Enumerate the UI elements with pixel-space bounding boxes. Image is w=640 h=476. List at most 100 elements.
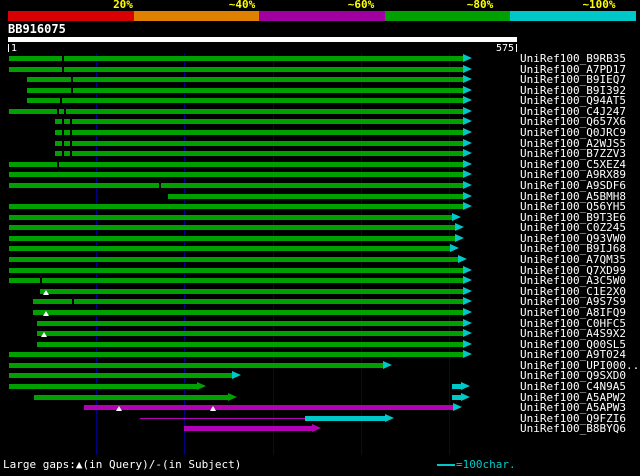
subject-gap-tick xyxy=(64,108,67,114)
alignment-arrowhead-icon xyxy=(231,371,241,380)
alignment-segment xyxy=(8,278,463,284)
gaps-legend: Large gaps:▲(in Query)/-(in Subject) xyxy=(3,458,242,471)
alignment-segment xyxy=(54,140,463,146)
alignment-arrowhead-icon xyxy=(462,64,472,73)
alignment-segment xyxy=(37,320,463,326)
alignment-arrowhead-icon xyxy=(462,191,472,200)
alignment-arrowhead-icon xyxy=(462,149,472,158)
alignment-segment xyxy=(140,417,306,419)
alignment-segment xyxy=(54,151,463,157)
alignment-arrowhead-icon xyxy=(462,350,472,359)
alignment-arrowhead-icon xyxy=(462,75,472,84)
alignment-segment xyxy=(8,362,383,368)
alignment-arrowhead-icon xyxy=(462,159,472,168)
alignment-segment xyxy=(184,426,313,432)
alignment-arrowhead-icon xyxy=(462,85,472,94)
alignment-arrowhead-icon xyxy=(462,297,472,306)
blast-graphic-overview: 20% ~40% ~60% ~80% ~100% BB916075 1 575 UniR… xyxy=(0,0,640,476)
subject-gap-tick xyxy=(69,130,72,136)
alignment-segment xyxy=(37,331,463,337)
alignment-segment xyxy=(452,383,462,389)
scale-legend: =100char. xyxy=(437,459,516,471)
scale-length-line xyxy=(437,464,455,466)
alignment-segment xyxy=(8,161,463,167)
subject-label: UniRef100_B8BYQ6 xyxy=(520,422,626,436)
alignment-arrowhead-icon xyxy=(462,318,472,327)
subject-gap-tick xyxy=(71,77,74,83)
alignment-segment xyxy=(39,288,463,294)
subject-gap-tick xyxy=(61,119,64,125)
alignment-segment xyxy=(8,246,450,252)
alignment-segment xyxy=(8,204,463,210)
alignment-segment xyxy=(8,383,197,389)
alignment-segment xyxy=(32,309,463,315)
alignment-segment xyxy=(305,415,386,421)
subject-gap-tick xyxy=(61,66,64,72)
alignment-arrowhead-icon xyxy=(462,202,472,211)
alignment-arrowhead-icon xyxy=(455,233,465,242)
alignment-arrowhead-icon xyxy=(451,212,461,221)
query-gap-marker-icon xyxy=(42,310,49,316)
alignment-arrowhead-icon xyxy=(462,265,472,274)
alignment-arrowhead-icon xyxy=(462,339,472,348)
alignment-segment xyxy=(8,56,463,61)
alignment-arrowhead-icon xyxy=(457,255,467,264)
alignment-arrowhead-icon xyxy=(462,106,472,115)
alignment-arrowhead-icon xyxy=(227,392,237,401)
alignment-segment xyxy=(167,193,463,199)
alignment-arrowhead-icon xyxy=(453,403,463,412)
subject-gap-tick xyxy=(57,108,60,114)
subject-gap-tick xyxy=(57,161,60,167)
alignment-arrowhead-icon xyxy=(461,392,471,401)
alignment-segment xyxy=(8,235,456,241)
alignment-arrowhead-icon xyxy=(455,223,465,232)
alignment-rows-layer: UniRef100_B9RB35 UniRef100_A7PD17 UniRef10… xyxy=(0,0,640,476)
subject-gap-tick xyxy=(158,182,161,188)
alignment-arrowhead-icon xyxy=(462,117,472,126)
alignment-segment xyxy=(8,182,463,188)
alignment-arrowhead-icon xyxy=(462,329,472,338)
alignment-arrowhead-icon xyxy=(385,413,395,422)
alignment-arrowhead-icon xyxy=(382,360,392,369)
alignment-arrowhead-icon xyxy=(462,128,472,137)
alignment-arrowhead-icon xyxy=(462,276,472,285)
alignment-segment xyxy=(8,352,463,358)
subject-gap-tick xyxy=(61,130,64,136)
subject-gap-tick xyxy=(61,140,64,146)
query-gap-marker-icon xyxy=(41,332,48,338)
alignment-segment xyxy=(27,77,463,83)
alignment-segment xyxy=(8,214,452,220)
alignment-arrowhead-icon xyxy=(449,244,459,253)
query-gap-marker-icon xyxy=(42,289,49,295)
subject-gap-tick xyxy=(69,140,72,146)
alignment-arrowhead-icon xyxy=(462,138,472,147)
subject-gap-tick xyxy=(61,151,64,157)
alignment-segment xyxy=(37,341,463,347)
alignment-segment xyxy=(54,119,463,125)
alignment-arrowhead-icon xyxy=(462,96,472,105)
alignment-segment xyxy=(8,225,456,231)
alignment-segment xyxy=(83,405,454,411)
alignment-segment xyxy=(8,257,458,263)
subject-gap-tick xyxy=(69,119,72,125)
subject-gap-tick xyxy=(69,151,72,157)
alignment-segment xyxy=(54,130,463,136)
alignment-segment xyxy=(34,394,228,400)
subject-gap-tick xyxy=(59,98,62,104)
alignment-arrowhead-icon xyxy=(312,424,322,433)
alignment-arrowhead-icon xyxy=(462,286,472,295)
alignment-segment xyxy=(8,66,463,72)
alignment-segment xyxy=(27,87,463,93)
alignment-segment xyxy=(8,172,463,178)
alignment-arrowhead-icon xyxy=(462,54,472,62)
alignment-segment xyxy=(8,373,232,379)
alignment-arrowhead-icon xyxy=(462,170,472,179)
subject-gap-tick xyxy=(71,87,74,93)
subject-gap-tick xyxy=(39,278,42,284)
subject-gap-tick xyxy=(61,56,64,61)
alignment-arrowhead-icon xyxy=(462,180,472,189)
alignment-arrowhead-icon xyxy=(461,381,471,390)
subject-gap-tick xyxy=(72,299,75,305)
alignment-segment xyxy=(27,98,463,104)
alignment-segment xyxy=(452,394,462,400)
